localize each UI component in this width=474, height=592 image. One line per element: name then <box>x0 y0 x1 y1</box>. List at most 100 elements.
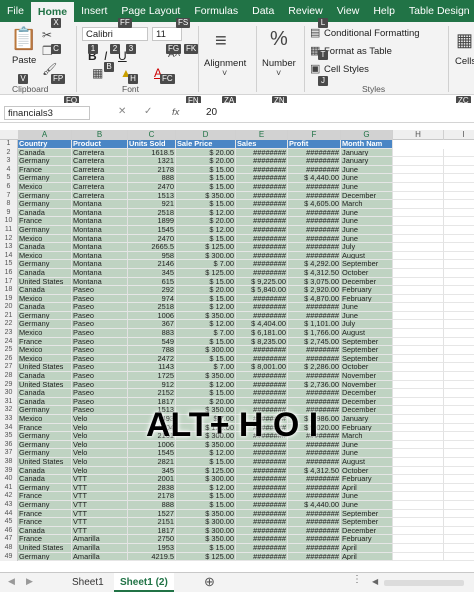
row-number[interactable]: 48 <box>0 543 18 553</box>
table-cell[interactable]: Montana <box>72 260 128 269</box>
table-cell[interactable]: Mexico <box>18 251 72 261</box>
table-cell[interactable]: Germany <box>18 500 72 510</box>
table-cell[interactable]: ######## <box>288 165 341 175</box>
table-cell[interactable]: ######## <box>236 552 288 562</box>
table-cell[interactable]: ######## <box>236 303 288 312</box>
empty-cell[interactable] <box>444 346 474 355</box>
empty-cell[interactable] <box>444 526 474 536</box>
table-cell[interactable]: Carretera <box>72 157 128 166</box>
table-cell[interactable]: Canada <box>18 475 72 484</box>
row-number[interactable]: 39 <box>0 466 18 476</box>
table-cell[interactable]: ######## <box>236 174 288 183</box>
table-cell[interactable]: ######## <box>236 509 288 519</box>
table-cell[interactable]: Velo <box>72 466 128 476</box>
table-cell[interactable]: $ 5,840.00 <box>236 286 288 295</box>
table-cell[interactable]: ######## <box>236 389 288 398</box>
table-cell[interactable]: $ 300.00 <box>176 251 236 261</box>
row-number[interactable]: 35 <box>0 432 18 441</box>
empty-cell[interactable] <box>444 509 474 519</box>
empty-cell[interactable] <box>444 251 474 261</box>
table-cell[interactable]: 2178 <box>128 492 176 501</box>
table-cell[interactable]: ######## <box>236 535 288 544</box>
table-cell[interactable]: United States <box>18 543 72 553</box>
table-cell[interactable]: ######## <box>236 294 288 304</box>
table-cell[interactable]: April <box>341 543 393 553</box>
row-number[interactable]: 4 <box>0 165 18 175</box>
font-size-box[interactable]: 11 <box>152 27 182 41</box>
table-cell[interactable]: $ 12.00 <box>176 449 236 458</box>
cell-styles-button[interactable]: Cell Styles <box>324 64 369 75</box>
paste-icon[interactable]: 📋 <box>10 26 37 52</box>
table-cell[interactable]: 549 <box>128 337 176 347</box>
table-cell[interactable]: ######## <box>236 354 288 364</box>
table-cell[interactable]: February <box>341 294 393 304</box>
row-number[interactable]: 31 <box>0 397 18 407</box>
row-number[interactable]: 47 <box>0 535 18 544</box>
table-cell[interactable]: Mexico <box>18 415 72 424</box>
tab-insert[interactable]: Insert <box>74 0 114 22</box>
table-cell[interactable]: 1545 <box>128 225 176 235</box>
table-cell[interactable]: Canada <box>18 268 72 278</box>
table-cell[interactable]: ######## <box>288 251 341 261</box>
empty-cell[interactable] <box>393 372 444 381</box>
table-cell[interactable]: 1006 <box>128 311 176 321</box>
table-cell[interactable]: ######## <box>288 483 341 493</box>
table-cell[interactable]: $ 2,286.00 <box>288 363 341 373</box>
table-cell[interactable]: June <box>341 500 393 510</box>
table-cell[interactable]: June <box>341 311 393 321</box>
table-cell[interactable]: 1725 <box>128 372 176 381</box>
table-cell[interactable]: 974 <box>128 294 176 304</box>
empty-cell[interactable] <box>393 552 444 562</box>
more-options-icon[interactable]: ⋮ <box>352 574 362 585</box>
table-cell[interactable]: $ 2,736.00 <box>288 380 341 390</box>
table-cell[interactable]: Germany <box>18 320 72 330</box>
table-cell[interactable]: ######## <box>236 251 288 261</box>
table-cell[interactable]: 1545 <box>128 449 176 458</box>
table-cell[interactable]: 883 <box>128 329 176 338</box>
table-cell[interactable]: $ 12.00 <box>176 320 236 330</box>
table-cell[interactable]: VTT <box>72 492 128 501</box>
empty-cell[interactable] <box>393 225 444 235</box>
empty-cell[interactable] <box>444 225 474 235</box>
table-cell[interactable]: ######## <box>288 217 341 226</box>
table-cell[interactable]: ######## <box>236 483 288 493</box>
row-number[interactable]: 43 <box>0 500 18 510</box>
table-cell[interactable]: ######## <box>236 148 288 158</box>
empty-cell[interactable] <box>444 148 474 158</box>
table-cell[interactable]: $ 125.00 <box>176 466 236 476</box>
empty-cell[interactable] <box>393 389 444 398</box>
table-cell[interactable]: $ 350.00 <box>176 509 236 519</box>
table-cell[interactable]: 2470 <box>128 234 176 244</box>
table-cell[interactable]: August <box>341 329 393 338</box>
scroll-left-icon[interactable]: ◀ <box>8 576 15 587</box>
table-cell[interactable]: $ 15.00 <box>176 337 236 347</box>
borders-icon[interactable]: ▦ <box>92 66 103 80</box>
table-cell[interactable]: September <box>341 346 393 355</box>
tab-table-design[interactable]: Table Design <box>402 0 474 22</box>
table-cell[interactable]: $ 6,181.00 <box>236 329 288 338</box>
table-cell[interactable]: ######## <box>288 148 341 158</box>
table-cell[interactable]: Germany <box>18 311 72 321</box>
empty-cell[interactable] <box>393 509 444 519</box>
table-cell[interactable]: $ 2,745.00 <box>288 337 341 347</box>
table-cell[interactable]: $ 3,075.00 <box>288 277 341 287</box>
table-cell[interactable]: ######## <box>288 225 341 235</box>
empty-cell[interactable] <box>393 518 444 527</box>
column-header-g[interactable]: G <box>341 130 393 140</box>
empty-cell[interactable] <box>444 268 474 278</box>
empty-cell[interactable] <box>444 492 474 501</box>
formula-input[interactable]: 20 <box>206 107 217 118</box>
row-number[interactable]: 37 <box>0 449 18 458</box>
empty-cell[interactable] <box>393 286 444 295</box>
table-cell[interactable]: September <box>341 260 393 269</box>
table-cell[interactable]: Velo <box>72 432 128 441</box>
empty-cell[interactable] <box>393 380 444 390</box>
empty-cell[interactable] <box>444 294 474 304</box>
empty-cell[interactable] <box>393 354 444 364</box>
table-cell[interactable]: Germany <box>18 191 72 201</box>
format-as-table-button[interactable]: Format as Table <box>324 46 392 57</box>
row-number[interactable]: 22 <box>0 320 18 330</box>
table-cell[interactable]: Carretera <box>72 165 128 175</box>
row-number[interactable]: 10 <box>0 217 18 226</box>
cells-icon[interactable]: ▦ <box>456 30 473 51</box>
